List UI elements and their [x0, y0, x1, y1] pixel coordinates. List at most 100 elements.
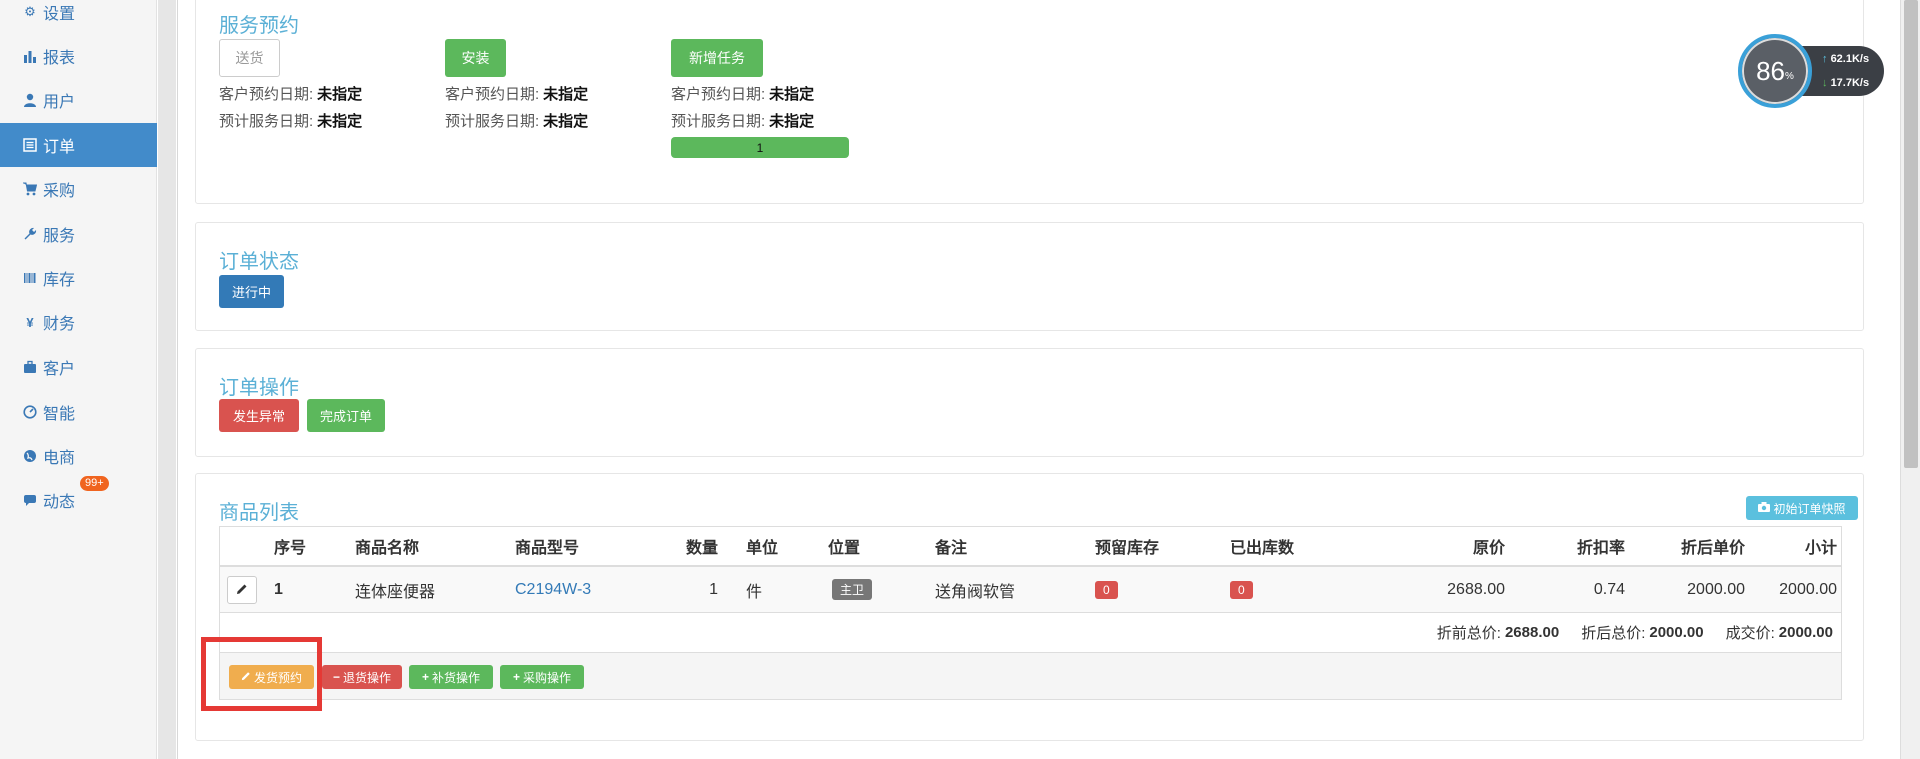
sidebar-item-users[interactable]: 用户 — [0, 78, 157, 122]
wrench-icon — [22, 226, 38, 242]
sidebar-gutter — [158, 0, 176, 759]
discount-rate: 0.74 — [1593, 580, 1625, 598]
sidebar-item-service[interactable]: 服务 — [0, 212, 157, 256]
header-cell: 商品型号 — [515, 540, 580, 557]
product-name: 连体座便器 — [355, 583, 436, 601]
sidebar: ⚙ 设置 报表 用户 订单 采购 服务 库存 ¥ 财务 客户 智能 电商 动态 … — [0, 0, 157, 759]
delivery-button[interactable]: 送货 — [219, 39, 280, 77]
table-header: 序号 商品名称 商品型号 数量 单位 位置 备注 预留库存 已出库数 原价 折扣… — [220, 527, 1841, 567]
remark: 送角阀软管 — [935, 583, 1016, 601]
sidebar-item-inventory[interactable]: 库存 — [0, 256, 157, 300]
panel-title: 服务预约 — [219, 15, 299, 37]
yen-icon: ¥ — [26, 314, 34, 330]
task-progress-bar: 1 — [671, 137, 849, 158]
customer-date: 客户预约日期: 未指定 — [445, 86, 589, 103]
sidebar-item-smart[interactable]: 智能 — [0, 390, 157, 434]
upload-speed: ↑ 62.1K/s — [1822, 53, 1870, 65]
header-cell: 已出库数 — [1230, 540, 1295, 557]
sidebar-item-label: 电商 — [43, 450, 76, 467]
location-label: 主卫 — [832, 579, 873, 600]
add-task-button[interactable]: 新增任务 — [671, 39, 763, 77]
barcode-icon — [22, 270, 38, 286]
sidebar-item-orders[interactable]: 订单 — [0, 123, 157, 167]
arrow-down-icon: ↓ — [1822, 77, 1828, 89]
main-content: 服务预约 送货 客户预约日期: 未指定 预计服务日期: 未指定 安装 客户预约日期:… — [177, 0, 1891, 759]
customer-date: 客户预约日期: 未指定 — [219, 86, 363, 103]
header-cell: 折扣率 — [1576, 540, 1625, 557]
order-operations-panel: 订单操作 发生异常 完成订单 — [195, 348, 1864, 457]
header-cell: 数量 — [685, 540, 718, 557]
network-speed-widget: 86% ↑ 62.1K/s ↓ 17.7K/s — [1738, 34, 1886, 108]
service-date: 预计服务日期: 未指定 — [671, 113, 815, 130]
panel-title: 订单状态 — [219, 251, 299, 273]
sidebar-item-settings[interactable]: ⚙ 设置 — [0, 0, 157, 34]
subtotal: 2000.00 — [1779, 580, 1837, 598]
briefcase-icon — [22, 359, 38, 375]
sidebar-item-reports[interactable]: 报表 — [0, 34, 157, 78]
product-model-link[interactable]: C2194W-3 — [515, 567, 591, 612]
camera-icon — [1758, 501, 1771, 515]
sidebar-item-label: 动态 — [43, 494, 76, 511]
sidebar-item-label: 报表 — [43, 50, 76, 67]
edit-row-button[interactable] — [227, 575, 257, 604]
header-cell: 预留库存 — [1095, 540, 1160, 557]
sidebar-item-activity[interactable]: 动态 99+ — [0, 476, 157, 522]
panel-title: 商品列表 — [219, 502, 299, 524]
report-exception-button[interactable]: 发生异常 — [219, 399, 299, 432]
comment-icon — [22, 492, 38, 508]
unit: 件 — [746, 583, 763, 601]
original-price: 2688.00 — [1447, 580, 1505, 598]
complete-order-button[interactable]: 完成订单 — [307, 399, 385, 432]
before-total-label: 折前总价: — [1436, 625, 1501, 642]
return-operation-button[interactable]: − 退货操作 — [322, 665, 402, 689]
header-cell: 商品名称 — [355, 540, 420, 557]
scrollbar-thumb[interactable] — [1904, 0, 1918, 468]
status-in-progress-button[interactable]: 进行中 — [219, 275, 284, 308]
sidebar-item-label: 用户 — [43, 94, 76, 111]
pencil-icon — [236, 582, 248, 598]
service-date: 预计服务日期: 未指定 — [445, 113, 589, 130]
usage-ring: 86% — [1738, 34, 1812, 108]
dashboard-icon — [22, 404, 38, 420]
deal-price-label: 成交价: — [1725, 625, 1775, 642]
plus-icon: + — [512, 670, 520, 684]
restock-operation-button[interactable]: + 补货操作 — [409, 665, 493, 689]
service-panel: 服务预约 送货 客户预约日期: 未指定 预计服务日期: 未指定 安装 客户预约日期:… — [195, 0, 1864, 204]
initial-snapshot-button[interactable]: 初始订单快照 — [1746, 496, 1858, 520]
sidebar-item-label: 采购 — [43, 183, 76, 200]
header-cell: 备注 — [935, 540, 968, 557]
cart-icon — [22, 181, 38, 197]
plus-icon: + — [421, 670, 429, 684]
highlight-box — [201, 637, 322, 711]
before-total-value: 2688.00 — [1504, 624, 1560, 641]
sidebar-item-finance[interactable]: ¥ 财务 — [0, 300, 157, 344]
after-total-label: 折后总价: — [1581, 625, 1646, 642]
sidebar-item-label: 财务 — [43, 316, 76, 333]
service-date: 预计服务日期: 未指定 — [219, 113, 363, 130]
table-actions: 发货预约 − 退货操作 + 补货操作 + 采购操作 — [220, 653, 1841, 699]
deal-price-value: 2000.00 — [1778, 624, 1833, 641]
header-cell: 位置 — [828, 540, 861, 557]
sidebar-item-label: 订单 — [43, 139, 76, 156]
install-button[interactable]: 安装 — [445, 39, 506, 77]
product-table: 序号 商品名称 商品型号 数量 单位 位置 备注 预留库存 已出库数 原价 折扣… — [219, 526, 1842, 700]
user-icon — [22, 92, 38, 108]
header-cell: 单位 — [746, 540, 779, 557]
reserved-stock-badge: 0 — [1095, 580, 1118, 599]
minus-icon: − — [332, 670, 340, 684]
notification-badge: 99+ — [80, 476, 109, 491]
sidebar-item-label: 设置 — [43, 6, 76, 23]
customer-date: 客户预约日期: 未指定 — [671, 86, 815, 103]
quantity: 1 — [709, 580, 718, 598]
sidebar-item-customers[interactable]: 客户 — [0, 345, 157, 389]
sidebar-item-ecommerce[interactable]: 电商 — [0, 434, 157, 478]
order-status-panel: 订单状态 进行中 — [195, 222, 1864, 331]
globe-icon — [22, 448, 38, 464]
sidebar-item-purchase[interactable]: 采购 — [0, 167, 157, 211]
list-icon — [22, 137, 38, 153]
sidebar-item-label: 库存 — [43, 272, 76, 289]
vertical-scrollbar[interactable] — [1900, 0, 1920, 759]
row-no: 1 — [274, 580, 283, 598]
header-cell: 小计 — [1804, 540, 1837, 557]
purchase-operation-button[interactable]: + 采购操作 — [500, 665, 584, 689]
